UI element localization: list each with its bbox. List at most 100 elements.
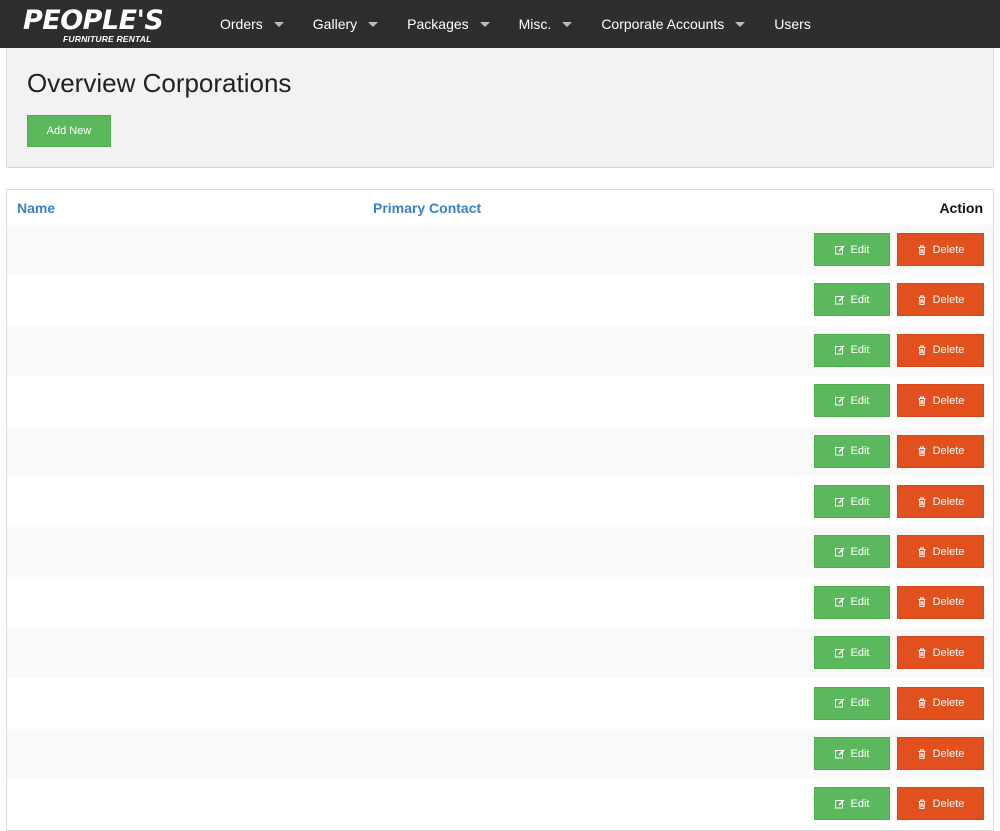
delete-label: Delete: [932, 545, 965, 558]
corporations-table: Name Primary Contact Action Edit Delete Ed…: [6, 189, 994, 831]
edit-button[interactable]: Edit: [814, 686, 890, 720]
table-row: Edit Delete: [7, 477, 993, 527]
edit-icon: [834, 648, 845, 658]
trash-icon: [917, 295, 927, 305]
delete-label: Delete: [932, 495, 965, 508]
delete-label: Delete: [932, 596, 965, 609]
edit-icon: [834, 799, 845, 809]
edit-button[interactable]: Edit: [814, 283, 890, 317]
trash-icon: [917, 698, 927, 709]
delete-button[interactable]: Delete: [897, 636, 984, 670]
nav-item-label: Corporate Accounts: [601, 16, 725, 32]
add-new-button[interactable]: Add New: [27, 115, 111, 147]
delete-button[interactable]: Delete: [897, 485, 984, 518]
table-row: Edit Delete: [7, 275, 993, 326]
table-row: Edit Delete: [7, 376, 993, 427]
page-header-panel: Overview Corporations Add New: [6, 48, 994, 168]
caret-down-icon: [273, 21, 284, 27]
table-row: Edit Delete: [7, 527, 993, 578]
nav-item-packages[interactable]: Packages: [407, 16, 490, 32]
edit-button[interactable]: Edit: [814, 384, 890, 418]
edit-button[interactable]: Edit: [814, 233, 890, 266]
delete-button[interactable]: Delete: [897, 686, 984, 720]
edit-label: Edit: [850, 495, 870, 508]
delete-button[interactable]: Delete: [897, 535, 984, 569]
caret-down-icon: [479, 21, 490, 27]
column-header-name[interactable]: Name: [17, 200, 55, 216]
delete-button[interactable]: Delete: [897, 283, 984, 317]
delete-label: Delete: [932, 445, 965, 458]
edit-icon: [834, 597, 845, 607]
edit-label: Edit: [850, 646, 870, 659]
logo-wordmark: PEOPLE'S: [23, 5, 164, 36]
caret-down-icon: [562, 21, 573, 27]
edit-icon: [834, 295, 845, 305]
edit-label: Edit: [850, 596, 870, 609]
table-row: Edit Delete: [7, 225, 993, 275]
trash-icon: [917, 245, 927, 255]
edit-button[interactable]: Edit: [814, 737, 890, 770]
trash-icon: [917, 396, 927, 406]
delete-button[interactable]: Delete: [897, 737, 984, 770]
company-logo[interactable]: PEOPLE'S FURNITURE RENTAL: [23, 5, 183, 45]
delete-label: Delete: [932, 797, 965, 810]
trash-icon: [917, 597, 927, 608]
edit-label: Edit: [850, 293, 870, 306]
trash-icon: [917, 497, 927, 507]
delete-label: Delete: [932, 697, 965, 710]
edit-button[interactable]: Edit: [814, 485, 890, 518]
edit-button[interactable]: Edit: [814, 434, 890, 468]
delete-button[interactable]: Delete: [897, 585, 984, 619]
edit-icon: [834, 446, 845, 456]
delete-button[interactable]: Delete: [897, 384, 984, 418]
delete-label: Delete: [932, 747, 965, 760]
delete-button[interactable]: Delete: [897, 233, 984, 266]
edit-icon: [834, 345, 845, 355]
edit-label: Edit: [850, 344, 870, 357]
trash-icon: [917, 799, 927, 809]
delete-label: Delete: [932, 243, 965, 256]
delete-button[interactable]: Delete: [897, 787, 984, 821]
caret-down-icon: [368, 21, 379, 27]
trash-icon: [917, 749, 927, 759]
trash-icon: [917, 345, 927, 356]
delete-button[interactable]: Delete: [897, 333, 984, 367]
caret-down-icon: [735, 21, 746, 27]
edit-button[interactable]: Edit: [814, 535, 890, 569]
edit-label: Edit: [850, 545, 870, 558]
edit-button[interactable]: Edit: [814, 787, 890, 821]
edit-icon: [834, 245, 845, 255]
edit-label: Edit: [850, 243, 870, 256]
nav-item-users[interactable]: Users: [774, 16, 811, 32]
edit-icon: [834, 698, 845, 708]
edit-button[interactable]: Edit: [814, 636, 890, 670]
delete-button[interactable]: Delete: [897, 434, 984, 468]
edit-label: Edit: [850, 797, 870, 810]
nav-item-label: Users: [774, 16, 811, 32]
edit-label: Edit: [850, 747, 870, 760]
nav-item-misc[interactable]: Misc.: [519, 16, 573, 32]
edit-icon: [834, 497, 845, 507]
table-row: Edit Delete: [7, 729, 993, 779]
table-row: Edit Delete: [7, 426, 993, 477]
edit-button[interactable]: Edit: [814, 585, 890, 619]
nav-item-orders[interactable]: Orders: [220, 16, 284, 32]
delete-label: Delete: [932, 293, 965, 306]
nav-item-corporate-accounts[interactable]: Corporate Accounts: [601, 16, 746, 32]
column-header-action: Action: [939, 200, 983, 216]
nav-item-gallery[interactable]: Gallery: [313, 16, 379, 32]
table-row: Edit Delete: [7, 628, 993, 679]
column-header-primary-contact[interactable]: Primary Contact: [373, 200, 481, 216]
table-header: Name Primary Contact Action: [7, 190, 993, 224]
main-nav: Orders Gallery Packages Misc. Corporate Acco…: [220, 0, 840, 48]
delete-label: Delete: [932, 646, 965, 659]
delete-label: Delete: [932, 344, 965, 357]
nav-item-label: Misc.: [518, 16, 552, 32]
table-row: Edit Delete: [7, 577, 993, 628]
top-navbar: PEOPLE'S FURNITURE RENTAL Orders Gallery P…: [0, 0, 1000, 48]
edit-button[interactable]: Edit: [814, 333, 890, 367]
edit-icon: [834, 749, 845, 759]
page-title: Overview Corporations: [27, 68, 292, 98]
nav-item-label: Orders: [220, 16, 263, 32]
edit-label: Edit: [850, 697, 870, 710]
